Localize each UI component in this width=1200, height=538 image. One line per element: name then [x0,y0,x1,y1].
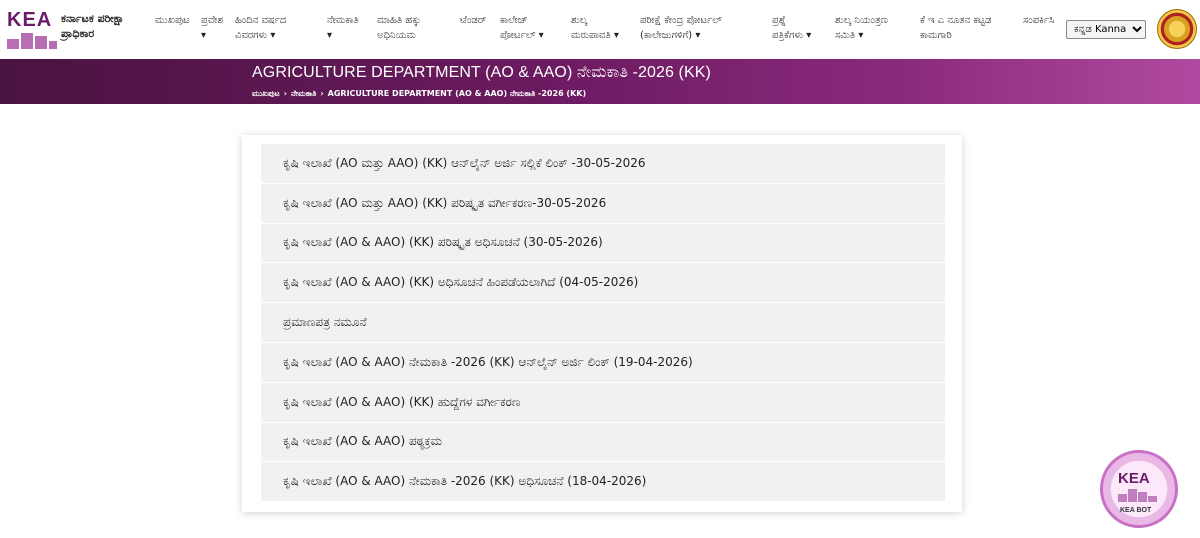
list-item[interactable]: ಪ್ರಮಾಣಪತ್ರ ನಮೂನೆ [261,303,945,343]
nav-item-new-building[interactable]: ಕೆ ಇ ಎ ನೂತನ ಕಟ್ಟಡ ಕಾಮಗಾರಿ [920,13,991,43]
list-item[interactable]: ಕೃಷಿ ಇಲಾಖೆ (AO & AAO) (KK) ಪರಿಷ್ಕೃತ ಅಧಿಸ… [261,223,945,264]
logo-text: KEA [7,9,53,31]
list-item[interactable]: ಕೃಷಿ ಇಲಾಖೆ (AO & AAO) (KK) ಹುದ್ದೆಗಳ ವರ್ಗ… [261,382,945,423]
nav-item-recruitment[interactable]: ನೇಮಕಾತಿ ▾ [327,13,359,43]
breadcrumb-current: AGRICULTURE DEPARTMENT (AO & AAO) ನೇಮಕಾತ… [327,89,587,98]
list-item[interactable]: ಕೃಷಿ ಇಲಾಖೆ (AO & AAO) ಪಠ್ಯಕ್ರಮ [261,422,945,463]
nav-item-admission[interactable]: ಪ್ರವೇಶ ▾ [201,13,223,43]
breadcrumb-recruitment[interactable]: ನೇಮಕಾತಿ [291,89,316,98]
breadcrumb: ಮುಖಪುಟ › ನೇಮಕಾತಿ › AGRICULTURE DEPARTMENT (A… [252,89,586,99]
links-card: ಕೃಷಿ ಇಲಾಖೆ (AO ಮತ್ತು AAO) (KK) ಆನ್‌ಲೈನ್ … [242,135,962,512]
links-list: ಕೃಷಿ ಇಲಾಖೆ (AO ಮತ್ತು AAO) (KK) ಆನ್‌ಲೈನ್ … [261,144,945,503]
nav-item-home[interactable]: ಮುಖಪುಟ [155,13,190,28]
kea-bot-button[interactable]: KEA KEA BOT [1098,446,1180,532]
bot-logo-text: KEA [1118,470,1150,487]
nav-item-question-papers[interactable]: ಪ್ರಶ್ನೆ ಪತ್ರಿಕೆಗಳು ▾ [772,13,811,43]
list-item[interactable]: ಕೃಷಿ ಇಲಾಖೆ (AO & AAO) (KK) ಅಧಿಸೂಚನೆ ಹಿಂಪ… [261,263,945,304]
nav-item-tender[interactable]: ಟೆಂಡರ್ [460,13,486,28]
page-title: AGRICULTURE DEPARTMENT (AO & AAO) ನೇಮಕಾತ… [252,64,711,81]
nav-item-contact[interactable]: ಸಂಪರ್ಕಿಸಿ [1023,13,1054,28]
list-item[interactable]: ಕೃಷಿ ಇಲಾಖೆ (AO ಮತ್ತು AAO) (KK) ಆನ್‌ಲೈನ್ … [261,144,945,184]
breadcrumb-home[interactable]: ಮುಖಪುಟ [252,89,280,98]
nav-item-rti[interactable]: ಮಾಹಿತಿ ಹಕ್ಕು ಅಧಿನಿಯಮ [377,13,421,43]
page-banner: AGRICULTURE DEPARTMENT (AO & AAO) ನೇಮಕಾತ… [0,59,1200,104]
nav-item-exam-centre-portal[interactable]: ಪರೀಕ್ಷೆ ಕೇಂದ್ರ ಪೋರ್ಟಲ್ (ಕಾಲೇಜುಗಳಿಗೆ) ▾ [640,13,722,43]
bot-label: KEA BOT [1120,507,1152,514]
language-select[interactable]: ಕನ್ನಡ Kannada [1066,20,1146,39]
logo-bars [7,31,57,49]
list-item[interactable]: ಕೃಷಿ ಇಲಾಖೆ (AO ಮತ್ತು AAO) (KK) ಪರಿಷ್ಕೃತ … [261,183,945,224]
list-item[interactable]: ಕೃಷಿ ಇಲಾಖೆ (AO & AAO) ನೇಮಕಾತಿ -2026 (KK)… [261,342,945,383]
list-item[interactable]: ಕೃಷಿ ಇಲಾಖೆ (AO & AAO) ನೇಮಕಾತಿ -2026 (KK)… [261,462,945,503]
bot-logo-bars [1118,488,1158,502]
nav-item-fee-refund[interactable]: ಶುಲ್ಕ ಮರುಪಾವತಿ ▾ [571,13,619,43]
nav-item-previous-years[interactable]: ಹಿಂದಿನ ವರ್ಷದ ವಿವರಗಳು ▾ [235,13,286,43]
nav-item-fee-regulation[interactable]: ಶುಲ್ಕ ನಿಯಂತ್ರಣ ಸಮಿತಿ ▾ [835,13,888,43]
site-header: KEA ಕರ್ನಾಟಕ ಪರೀಕ್ಷಾ ಪ್ರಾಧಿಕಾರ ಮುಖಪುಟ ಪ್ರ… [0,0,1200,59]
org-name: ಕರ್ನಾಟಕ ಪರೀಕ್ಷಾ ಪ್ರಾಧಿಕಾರ [61,12,125,40]
nav-item-college-portal[interactable]: ಕಾಲೇಜ್ ಪೋರ್ಟಲ್ ▾ [500,13,544,43]
karnataka-seal-icon [1157,9,1197,49]
kea-logo[interactable]: KEA [7,9,57,49]
chevron-right-icon: › [283,89,288,98]
chevron-right-icon: › [320,89,324,98]
